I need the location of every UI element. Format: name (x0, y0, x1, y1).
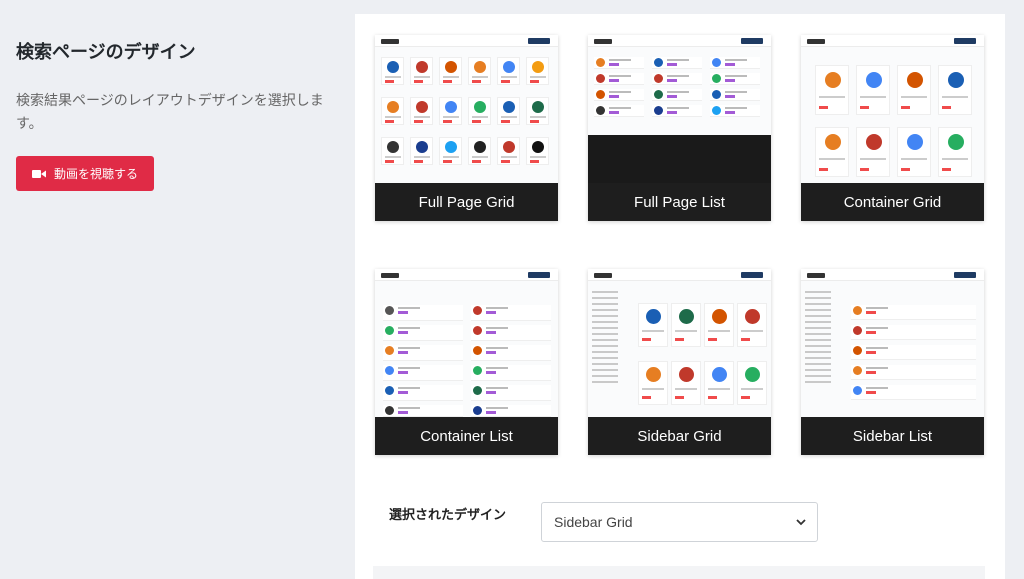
section-description: 検索結果ページのレイアウトデザインを選択します。 (16, 93, 324, 132)
preview-thumbnail (375, 269, 558, 417)
design-select[interactable]: Sidebar Grid (541, 502, 818, 542)
preview-thumbnail (588, 269, 771, 417)
section-title: 検索ページのデザイン (16, 42, 196, 63)
watch-video-label: 動画を視聴する (54, 167, 139, 181)
design-panel: Full Page Grid Full Page List Container … (355, 14, 1005, 579)
design-card-full-page-grid[interactable]: Full Page Grid (375, 35, 558, 221)
chevron-down-icon (796, 519, 806, 526)
design-card-container-list[interactable]: Container List (375, 269, 558, 455)
design-card-sidebar-grid[interactable]: Sidebar Grid (588, 269, 771, 455)
design-card-full-page-list[interactable]: Full Page List (588, 35, 771, 221)
preview-thumbnail (801, 269, 984, 417)
preview-thumbnail (801, 35, 984, 183)
design-card-label: Container Grid (801, 183, 984, 221)
design-card-label: Full Page List (588, 183, 771, 221)
design-card-label: Sidebar List (801, 417, 984, 455)
design-card-sidebar-list[interactable]: Sidebar List (801, 269, 984, 455)
design-card-container-grid[interactable]: Container Grid (801, 35, 984, 221)
design-card-label: Sidebar Grid (588, 417, 771, 455)
design-card-label: Container List (375, 417, 558, 455)
preview-thumbnail (588, 35, 771, 183)
design-select-value: Sidebar Grid (554, 514, 633, 530)
intro-section: 検索ページのデザイン 検索結果ページのレイアウトデザインを選択します。 動画を視… (16, 38, 336, 191)
video-camera-icon (32, 169, 46, 178)
selected-design-label: 選択されたデザイン (389, 508, 507, 523)
bottom-section (373, 566, 985, 579)
preview-thumbnail (375, 35, 558, 183)
design-card-label: Full Page Grid (375, 183, 558, 221)
watch-video-button[interactable]: 動画を視聴する (16, 156, 155, 191)
